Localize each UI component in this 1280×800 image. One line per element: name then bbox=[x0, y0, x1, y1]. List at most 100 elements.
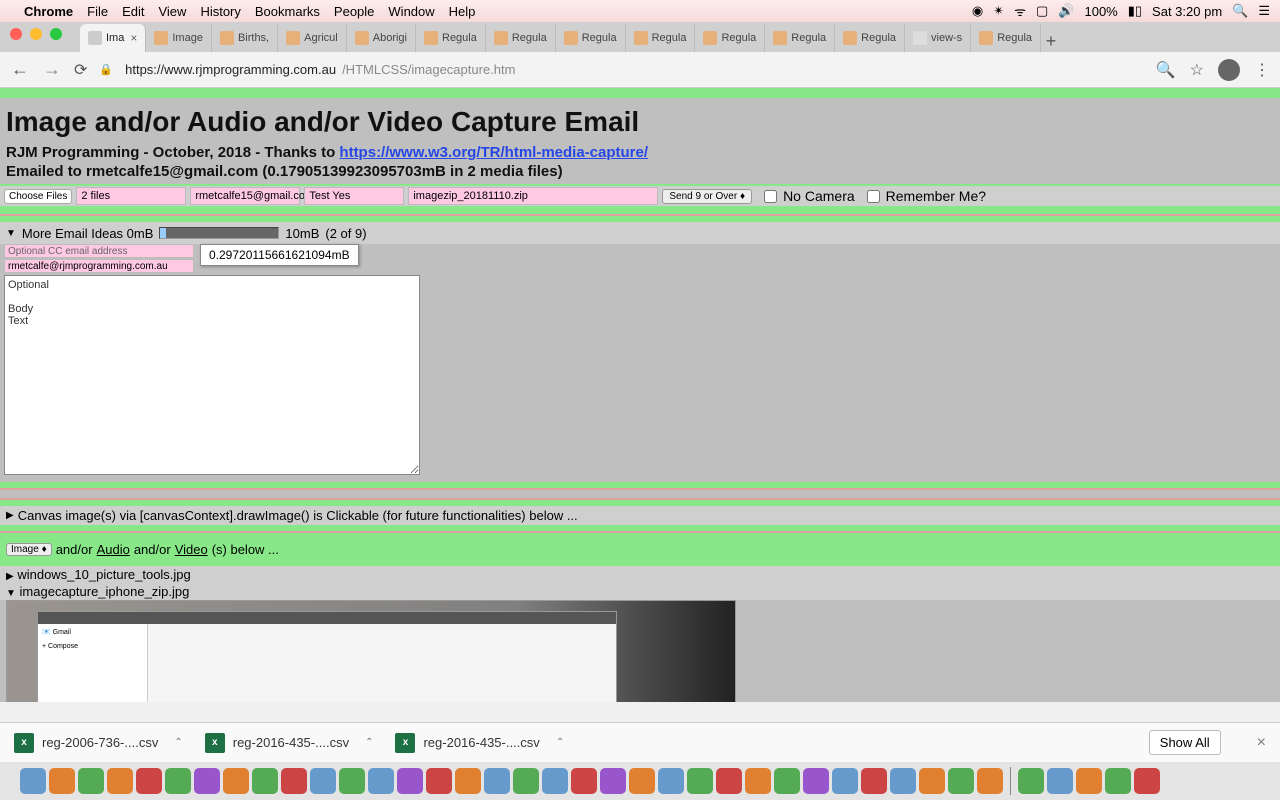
subject-input[interactable]: Test Yes bbox=[304, 187, 404, 205]
cc-placeholder-input[interactable]: Optional CC email address bbox=[4, 244, 194, 258]
tab[interactable]: Regula bbox=[416, 24, 486, 52]
dock-app-icon[interactable] bbox=[513, 768, 539, 794]
airplay-icon[interactable]: ▢ bbox=[1036, 3, 1048, 19]
dock-app-icon[interactable] bbox=[397, 768, 423, 794]
menu-list-icon[interactable]: ☰ bbox=[1258, 3, 1270, 19]
send-button[interactable]: Send 9 or Over ♦ bbox=[662, 189, 752, 204]
choose-files-button[interactable]: Choose Files bbox=[4, 189, 72, 204]
file-item[interactable]: ▼ imagecapture_iphone_zip.jpg bbox=[0, 583, 1280, 600]
dock-app-icon[interactable] bbox=[890, 768, 916, 794]
dock-app-icon[interactable] bbox=[165, 768, 191, 794]
volume-icon[interactable]: 🔊 bbox=[1058, 3, 1074, 19]
dock-app-icon[interactable] bbox=[1105, 768, 1131, 794]
dock-app-icon[interactable] bbox=[223, 768, 249, 794]
tab-close-icon[interactable]: × bbox=[130, 31, 137, 45]
body-textarea[interactable] bbox=[4, 275, 420, 475]
dock-app-icon[interactable] bbox=[948, 768, 974, 794]
menu-view[interactable]: View bbox=[158, 4, 186, 19]
email-input[interactable]: rmetcalfe15@gmail.com bbox=[190, 187, 300, 205]
cc-email-input[interactable]: rmetcalfe@rjmprogramming.com.au bbox=[4, 259, 194, 273]
tab[interactable]: Regula bbox=[971, 24, 1041, 52]
profile-avatar-icon[interactable] bbox=[1218, 59, 1240, 81]
collapse-icon[interactable]: ▼ bbox=[6, 588, 16, 599]
lock-icon[interactable]: 🔒 bbox=[99, 63, 113, 76]
dock-app-icon[interactable] bbox=[20, 768, 46, 794]
menu-history[interactable]: History bbox=[200, 4, 240, 19]
address-bar[interactable]: https://www.rjmprogramming.com.au/HTMLCS… bbox=[125, 62, 1144, 77]
dock-app-icon[interactable] bbox=[919, 768, 945, 794]
expand-icon[interactable]: ▶ bbox=[6, 571, 14, 582]
spotlight-icon[interactable]: 🔍 bbox=[1232, 3, 1248, 19]
reload-button[interactable]: ⟳ bbox=[74, 60, 87, 80]
subtitle-link[interactable]: https://www.w3.org/TR/html-media-capture… bbox=[339, 144, 648, 161]
status-icon[interactable]: ✴ bbox=[993, 3, 1004, 19]
clock[interactable]: Sat 3:20 pm bbox=[1152, 4, 1222, 19]
app-name[interactable]: Chrome bbox=[24, 4, 73, 19]
dock-app-icon[interactable] bbox=[136, 768, 162, 794]
dock-app-icon[interactable] bbox=[745, 768, 771, 794]
dock-app-icon[interactable] bbox=[78, 768, 104, 794]
remember-checkbox[interactable] bbox=[867, 190, 880, 203]
chevron-up-icon[interactable]: ⌃ bbox=[556, 737, 564, 748]
dock-app-icon[interactable] bbox=[832, 768, 858, 794]
collapse-icon[interactable]: ▼ bbox=[6, 228, 16, 239]
tab[interactable]: Regula bbox=[765, 24, 835, 52]
more-ideas-row[interactable]: ▼ More Email Ideas 0mB 10mB (2 of 9) bbox=[0, 222, 1280, 244]
window-minimize-icon[interactable] bbox=[30, 28, 42, 40]
file-item[interactable]: ▶ windows_10_picture_tools.jpg bbox=[0, 566, 1280, 583]
menu-window[interactable]: Window bbox=[388, 4, 434, 19]
chevron-up-icon[interactable]: ⌃ bbox=[365, 737, 373, 748]
video-link[interactable]: Video bbox=[175, 542, 208, 557]
dock-app-icon[interactable] bbox=[252, 768, 278, 794]
dock-app-icon[interactable] bbox=[861, 768, 887, 794]
tab[interactable]: Aborigi bbox=[347, 24, 416, 52]
dock-app-icon[interactable] bbox=[1047, 768, 1073, 794]
dock-app-icon[interactable] bbox=[687, 768, 713, 794]
status-icon[interactable]: ◉ bbox=[972, 3, 983, 19]
no-camera-checkbox[interactable] bbox=[764, 190, 777, 203]
menu-people[interactable]: People bbox=[334, 4, 374, 19]
canvas-summary[interactable]: ▶ Canvas image(s) via [canvasContext].dr… bbox=[0, 506, 1280, 525]
menu-edit[interactable]: Edit bbox=[122, 4, 144, 19]
dock-app-icon[interactable] bbox=[1076, 768, 1102, 794]
tab[interactable]: view-s bbox=[905, 24, 971, 52]
menu-help[interactable]: Help bbox=[449, 4, 476, 19]
chevron-up-icon[interactable]: ⌃ bbox=[174, 737, 182, 748]
download-item[interactable]: x reg-2016-435-....csv ⌃ bbox=[395, 733, 564, 753]
dock-app-icon[interactable] bbox=[977, 768, 1003, 794]
tab[interactable]: Regula bbox=[556, 24, 626, 52]
tab[interactable]: Regula bbox=[626, 24, 696, 52]
forward-button[interactable]: → bbox=[42, 59, 62, 80]
tab[interactable]: Regula bbox=[835, 24, 905, 52]
tab[interactable]: Births, bbox=[212, 24, 278, 52]
dock-app-icon[interactable] bbox=[455, 768, 481, 794]
expand-icon[interactable]: ▶ bbox=[6, 510, 14, 521]
dock-app-icon[interactable] bbox=[774, 768, 800, 794]
dock-app-icon[interactable] bbox=[542, 768, 568, 794]
dock-trash-icon[interactable] bbox=[1134, 768, 1160, 794]
back-button[interactable]: ← bbox=[10, 59, 30, 80]
wifi-icon[interactable]: ᯤ bbox=[1014, 2, 1026, 20]
zoom-icon[interactable]: 🔍 bbox=[1156, 60, 1176, 80]
dock-app-icon[interactable] bbox=[339, 768, 365, 794]
dock-app-icon[interactable] bbox=[571, 768, 597, 794]
dock-app-icon[interactable] bbox=[107, 768, 133, 794]
tab[interactable]: Image bbox=[146, 24, 212, 52]
dock-app-icon[interactable] bbox=[368, 768, 394, 794]
media-type-select[interactable]: Image ♦ bbox=[6, 543, 52, 556]
menu-bookmarks[interactable]: Bookmarks bbox=[255, 4, 320, 19]
audio-link[interactable]: Audio bbox=[97, 542, 130, 557]
dock-app-icon[interactable] bbox=[658, 768, 684, 794]
dock-app-icon[interactable] bbox=[629, 768, 655, 794]
tab[interactable]: Regula bbox=[695, 24, 765, 52]
dock-app-icon[interactable] bbox=[484, 768, 510, 794]
bookmark-star-icon[interactable]: ☆ bbox=[1190, 60, 1204, 80]
tab[interactable]: Agricul bbox=[278, 24, 347, 52]
dock-app-icon[interactable] bbox=[600, 768, 626, 794]
menu-file[interactable]: File bbox=[87, 4, 108, 19]
dock-app-icon[interactable] bbox=[49, 768, 75, 794]
chrome-menu-icon[interactable]: ⋮ bbox=[1254, 60, 1270, 80]
show-all-button[interactable]: Show All bbox=[1149, 730, 1221, 755]
dock-app-icon[interactable] bbox=[803, 768, 829, 794]
tab[interactable]: Regula bbox=[486, 24, 556, 52]
